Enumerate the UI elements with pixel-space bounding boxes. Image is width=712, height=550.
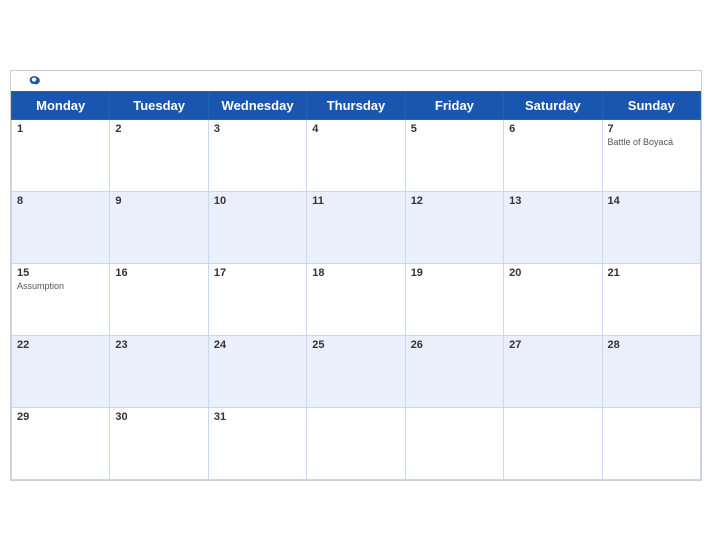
day-cell bbox=[405, 407, 503, 479]
day-cell: 12 bbox=[405, 191, 503, 263]
day-number: 3 bbox=[214, 123, 301, 135]
day-number: 31 bbox=[214, 411, 301, 423]
day-cell: 4 bbox=[307, 119, 405, 191]
day-cell: 23 bbox=[110, 335, 208, 407]
day-cell: 7 Battle of Boyacá bbox=[602, 119, 700, 191]
calendar-header bbox=[11, 71, 701, 91]
day-number: 19 bbox=[411, 267, 498, 279]
day-number: 22 bbox=[17, 339, 104, 351]
day-cell: 25 bbox=[307, 335, 405, 407]
day-number: 20 bbox=[509, 267, 596, 279]
day-cell: 24 bbox=[208, 335, 306, 407]
day-cell: 11 bbox=[307, 191, 405, 263]
day-cell: 31 bbox=[208, 407, 306, 479]
calendar-container: MondayTuesdayWednesdayThursdayFridaySatu… bbox=[10, 70, 702, 481]
day-number: 16 bbox=[115, 267, 202, 279]
day-number: 30 bbox=[115, 411, 202, 423]
weekday-header-saturday: Saturday bbox=[504, 91, 602, 119]
day-cell: 6 bbox=[504, 119, 602, 191]
day-cell: 17 bbox=[208, 263, 306, 335]
day-number: 4 bbox=[312, 123, 399, 135]
day-number: 26 bbox=[411, 339, 498, 351]
day-number: 14 bbox=[608, 195, 695, 207]
day-cell bbox=[307, 407, 405, 479]
day-number: 2 bbox=[115, 123, 202, 135]
day-number: 18 bbox=[312, 267, 399, 279]
day-cell: 16 bbox=[110, 263, 208, 335]
day-cell: 9 bbox=[110, 191, 208, 263]
day-number: 25 bbox=[312, 339, 399, 351]
day-number: 5 bbox=[411, 123, 498, 135]
day-cell: 1 bbox=[12, 119, 110, 191]
day-cell: 8 bbox=[12, 191, 110, 263]
logo-bird-icon bbox=[27, 74, 41, 88]
day-number: 1 bbox=[17, 123, 104, 135]
day-number: 10 bbox=[214, 195, 301, 207]
day-event: Battle of Boyacá bbox=[608, 137, 695, 147]
day-cell: 29 bbox=[12, 407, 110, 479]
day-cell: 27 bbox=[504, 335, 602, 407]
day-number: 9 bbox=[115, 195, 202, 207]
calendar-table: MondayTuesdayWednesdayThursdayFridaySatu… bbox=[11, 91, 701, 480]
logo bbox=[27, 74, 43, 88]
day-number: 11 bbox=[312, 195, 399, 207]
weekday-header-thursday: Thursday bbox=[307, 91, 405, 119]
weekday-header-tuesday: Tuesday bbox=[110, 91, 208, 119]
day-number: 15 bbox=[17, 267, 104, 279]
day-cell: 22 bbox=[12, 335, 110, 407]
day-number: 21 bbox=[608, 267, 695, 279]
day-cell: 21 bbox=[602, 263, 700, 335]
day-cell: 14 bbox=[602, 191, 700, 263]
logo-blue-text bbox=[27, 74, 43, 88]
weekday-header-friday: Friday bbox=[405, 91, 503, 119]
day-number: 8 bbox=[17, 195, 104, 207]
day-number: 13 bbox=[509, 195, 596, 207]
weekday-header-row: MondayTuesdayWednesdayThursdayFridaySatu… bbox=[12, 91, 701, 119]
day-event: Assumption bbox=[17, 281, 104, 291]
week-row-5: 29 30 31 bbox=[12, 407, 701, 479]
day-number: 29 bbox=[17, 411, 104, 423]
day-cell bbox=[504, 407, 602, 479]
day-cell: 13 bbox=[504, 191, 602, 263]
day-number: 28 bbox=[608, 339, 695, 351]
week-row-3: 15 Assumption 16 17 18 19 20 21 bbox=[12, 263, 701, 335]
week-row-2: 89 10 11 12 13 14 bbox=[12, 191, 701, 263]
weekday-header-sunday: Sunday bbox=[602, 91, 700, 119]
day-number: 12 bbox=[411, 195, 498, 207]
weekday-header-wednesday: Wednesday bbox=[208, 91, 306, 119]
day-number: 6 bbox=[509, 123, 596, 135]
weekday-header-monday: Monday bbox=[12, 91, 110, 119]
day-cell: 3 bbox=[208, 119, 306, 191]
day-cell bbox=[602, 407, 700, 479]
day-cell: 5 bbox=[405, 119, 503, 191]
day-cell: 10 bbox=[208, 191, 306, 263]
day-cell: 2 bbox=[110, 119, 208, 191]
day-number: 23 bbox=[115, 339, 202, 351]
week-row-1: 1234567 Battle of Boyacá bbox=[12, 119, 701, 191]
day-number: 24 bbox=[214, 339, 301, 351]
day-cell: 15 Assumption bbox=[12, 263, 110, 335]
day-cell: 26 bbox=[405, 335, 503, 407]
day-cell: 19 bbox=[405, 263, 503, 335]
day-cell: 30 bbox=[110, 407, 208, 479]
day-number: 17 bbox=[214, 267, 301, 279]
day-number: 7 bbox=[608, 123, 695, 135]
day-cell: 20 bbox=[504, 263, 602, 335]
week-row-4: 22 23 24 25 26 27 28 bbox=[12, 335, 701, 407]
day-cell: 18 bbox=[307, 263, 405, 335]
day-cell: 28 bbox=[602, 335, 700, 407]
day-number: 27 bbox=[509, 339, 596, 351]
